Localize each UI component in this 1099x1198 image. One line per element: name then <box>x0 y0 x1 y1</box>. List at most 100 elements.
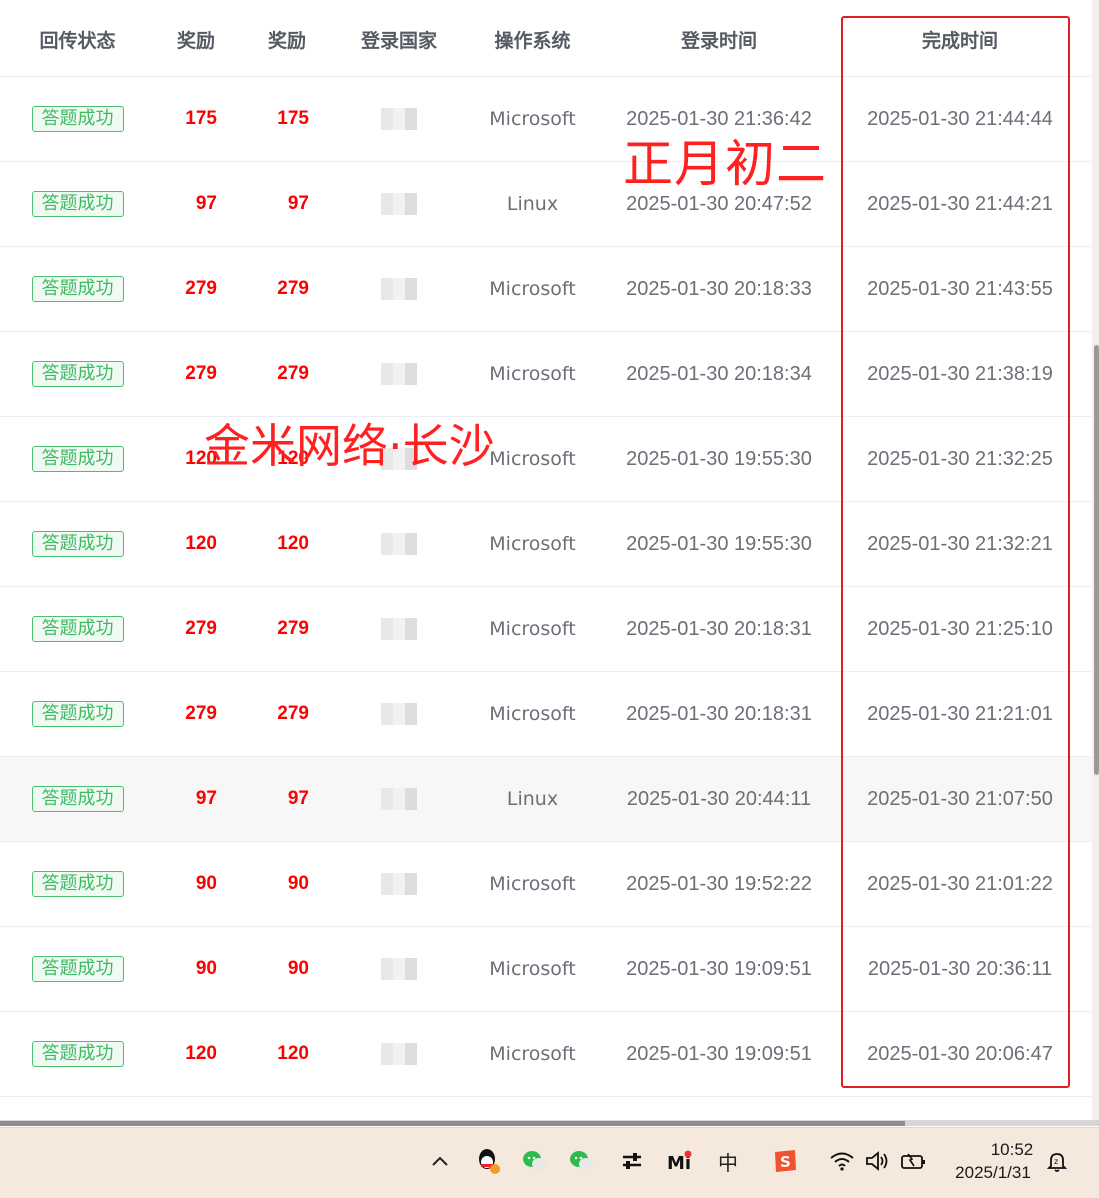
country-cell <box>337 77 461 161</box>
status-tag: 答题成功 <box>31 701 124 727</box>
reward-cell: 97 <box>155 162 245 246</box>
status-cell: 答题成功 <box>0 247 155 331</box>
reward-cell: 279 <box>155 672 245 756</box>
reward-cell-2: 175 <box>245 77 337 161</box>
status-tag: 答题成功 <box>31 871 124 897</box>
reward-value: 279 <box>185 703 217 724</box>
header-login-time[interactable]: 登录时间 <box>604 26 834 53</box>
wechat-icon-2[interactable] <box>567 1145 597 1177</box>
reward-cell: 279 <box>155 587 245 671</box>
login-time-cell: 2025-01-30 20:44:11 <box>626 787 812 810</box>
reward-value-2: 120 <box>277 533 309 554</box>
os-cell: Microsoft <box>489 363 576 385</box>
chevron-up-icon[interactable] <box>425 1145 455 1177</box>
os-cell: Microsoft <box>489 1043 576 1065</box>
horizontal-scrollbar-thumb[interactable] <box>0 1121 905 1126</box>
reward-cell: 279 <box>155 247 245 331</box>
status-cell: 答题成功 <box>0 842 155 926</box>
status-tag: 答题成功 <box>31 616 124 642</box>
country-mosaic <box>381 193 417 215</box>
sogou-icon[interactable]: S <box>770 1145 800 1177</box>
reward-cell: 90 <box>155 927 245 1011</box>
status-tag: 答题成功 <box>31 1041 124 1067</box>
header-status[interactable]: 回传状态 <box>0 26 155 53</box>
country-mosaic <box>381 533 417 555</box>
qq-icon[interactable] <box>473 1145 503 1177</box>
mi-icon[interactable]: Mi <box>664 1145 694 1177</box>
input-method-icon[interactable]: 中 <box>713 1145 743 1177</box>
status-cell: 答题成功 <box>0 1012 155 1096</box>
reward-value: 97 <box>195 788 217 809</box>
status-cell: 答题成功 <box>0 77 155 161</box>
reward-value: 120 <box>185 533 217 554</box>
status-tag: 答题成功 <box>31 361 124 387</box>
country-cell <box>337 672 461 756</box>
reward-value-2: 279 <box>277 618 309 639</box>
clock-time[interactable]: 10:52 <box>980 1140 1044 1160</box>
os-cell: Linux <box>506 193 559 215</box>
country-mosaic <box>381 108 417 130</box>
reward-cell: 90 <box>155 842 245 926</box>
notification-icon[interactable]: z <box>1042 1145 1072 1177</box>
reward-value-2: 120 <box>277 1043 309 1064</box>
os-cell: Microsoft <box>489 703 576 725</box>
header-os[interactable]: 操作系统 <box>461 26 604 53</box>
os-cell: Microsoft <box>489 958 576 980</box>
reward-value: 279 <box>185 278 217 299</box>
country-mosaic <box>381 788 417 810</box>
status-tag: 答题成功 <box>31 956 124 982</box>
status-cell: 答题成功 <box>0 672 155 756</box>
country-cell <box>337 332 461 416</box>
vertical-scrollbar-thumb[interactable] <box>1094 345 1099 775</box>
country-mosaic <box>381 873 417 895</box>
header-reward[interactable]: 奖励 <box>155 26 237 53</box>
clock-date[interactable]: 2025/1/31 <box>945 1163 1041 1183</box>
country-mosaic <box>381 703 417 725</box>
login-time-cell: 2025-01-30 20:18:34 <box>626 362 812 385</box>
country-mosaic <box>381 278 417 300</box>
status-cell: 答题成功 <box>0 417 155 501</box>
reward-cell-2: 97 <box>245 162 337 246</box>
status-tag: 答题成功 <box>31 446 124 472</box>
login-time-cell: 2025-01-30 19:52:22 <box>626 872 812 895</box>
reward-cell-2: 279 <box>245 672 337 756</box>
reward-cell-2: 90 <box>245 927 337 1011</box>
status-tag: 答题成功 <box>31 531 124 557</box>
status-tag: 答题成功 <box>31 191 124 217</box>
reward-value-2: 279 <box>277 703 309 724</box>
header-login-country[interactable]: 登录国家 <box>337 26 461 53</box>
reward-cell: 97 <box>155 757 245 841</box>
status-cell: 答题成功 <box>0 757 155 841</box>
country-cell <box>337 587 461 671</box>
header-reward-2[interactable]: 奖励 <box>245 26 329 53</box>
wifi-icon[interactable] <box>827 1145 857 1177</box>
reward-value: 90 <box>195 958 217 979</box>
reward-cell-2: 279 <box>245 587 337 671</box>
settings-sliders-icon[interactable] <box>617 1145 647 1177</box>
reward-value-2: 279 <box>277 363 309 384</box>
country-cell <box>337 502 461 586</box>
login-time-cell: 2025-01-30 20:18:33 <box>626 277 812 300</box>
battery-icon[interactable] <box>898 1145 928 1177</box>
annotation-watermark-text: 金米网络·长沙 <box>204 419 495 473</box>
country-cell <box>337 1012 461 1096</box>
os-cell: Linux <box>506 788 559 810</box>
reward-cell-2: 120 <box>245 502 337 586</box>
login-time-cell: 2025-01-30 19:55:30 <box>626 447 812 470</box>
reward-value: 279 <box>185 363 217 384</box>
reward-cell: 175 <box>155 77 245 161</box>
reward-cell-2: 279 <box>245 332 337 416</box>
reward-cell-2: 120 <box>245 1012 337 1096</box>
status-tag: 答题成功 <box>31 276 124 302</box>
reward-cell: 120 <box>155 502 245 586</box>
country-mosaic <box>381 618 417 640</box>
os-cell: Microsoft <box>489 533 576 555</box>
reward-value-2: 175 <box>277 108 309 129</box>
svg-text:z: z <box>1054 1157 1058 1166</box>
login-time-cell: 2025-01-30 19:09:51 <box>626 1042 812 1065</box>
wechat-icon[interactable] <box>520 1145 550 1177</box>
svg-text:S: S <box>780 1153 791 1171</box>
country-cell <box>337 927 461 1011</box>
login-time-cell: 2025-01-30 19:09:51 <box>626 957 812 980</box>
volume-icon[interactable] <box>862 1145 892 1177</box>
